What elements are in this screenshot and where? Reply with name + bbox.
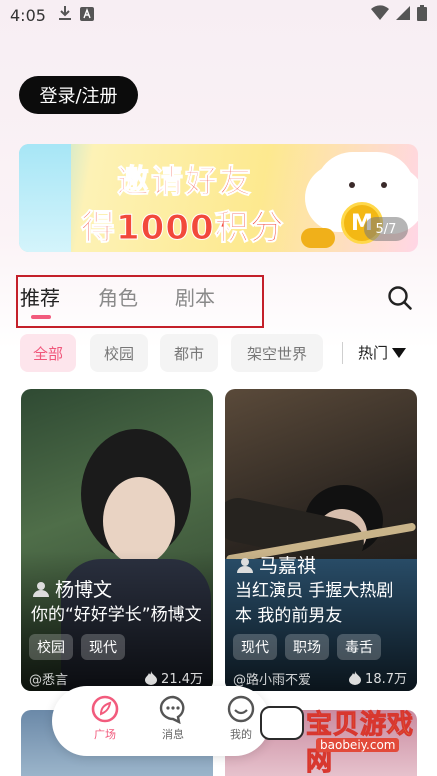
card-likes-count: 18.7万 [365,672,407,687]
filter-all[interactable]: 全部 [20,334,76,372]
banner-pager: 5/7 [364,217,408,241]
coin-stack-icon [301,228,335,248]
card-character-name: 马嘉祺 [237,551,316,578]
card-tag: 毒舌 [337,634,381,660]
filter-fantasy-world[interactable]: 架空世界 [231,334,323,372]
person-icon [33,581,49,597]
banner-title: 邀请好友 [116,162,254,201]
nav-messages[interactable]: 消息 [148,694,198,742]
search-icon[interactable] [386,284,414,312]
card-character-name: 杨博文 [33,575,112,602]
message-icon [159,695,185,724]
status-time: 4:05 [10,5,46,25]
watermark-url: baobeiy.com [316,738,400,752]
bottom-nav: 广场 消息 我的 [52,686,270,756]
character-card[interactable]: 杨博文 你的“好好学长”杨博文 校园 现代 @悉言 21.4万 [21,389,213,691]
banner-subtitle: 得1000积分 [81,208,285,249]
tab-character[interactable]: 角色 [98,282,138,311]
plaza-icon [91,695,119,723]
card-desc-line: 本 我的前男友 [235,606,343,626]
nav-plaza[interactable]: 广场 [80,694,130,742]
mascot-eye [349,182,355,188]
filter-campus[interactable]: 校园 [90,334,148,372]
gamepad-icon [260,706,304,740]
card-description: 你的“好好学长”杨博文 [31,603,202,628]
tab-active-indicator [31,315,51,319]
card-tags: 校园 现代 [29,634,125,660]
filter-divider [342,342,343,364]
profile-icon [227,695,255,723]
card-name-text: 马嘉祺 [259,555,317,577]
caret-down-icon [392,344,407,362]
flame-icon [145,670,158,685]
card-description: 当红演员 手握大热剧 本 我的前男友 [235,579,393,629]
tab-script[interactable]: 剧本 [175,282,215,311]
a-badge-icon [79,6,94,25]
battery-icon [417,5,427,25]
sort-label: 热门 [358,344,389,362]
wifi-icon [371,5,389,25]
card-desc-line: 你的“好好学长”杨博文 [31,605,202,625]
status-bar: 4:05 [0,0,437,30]
mascot-eye [381,182,387,188]
nav-profile[interactable]: 我的 [216,694,266,742]
filter-city[interactable]: 都市 [160,334,218,372]
flame-icon [349,670,362,685]
tab-recommend[interactable]: 推荐 [20,282,60,311]
signal-icon [395,5,411,25]
banner-side-stripe [19,144,71,252]
card-name-text: 杨博文 [55,579,113,601]
download-icon [58,5,72,25]
card-tag: 现代 [81,634,125,660]
nav-label: 消息 [162,728,184,741]
card-desc-line: 当红演员 手握大热剧 [235,581,394,601]
card-author: @悉言 [29,673,69,688]
card-tag: 现代 [233,634,277,660]
login-register-button[interactable]: 登录/注册 [19,76,138,114]
card-likes: 21.4万 [145,668,203,687]
card-author: @路小雨不爱 [233,673,312,688]
card-tag: 校园 [29,634,73,660]
person-icon [237,557,253,573]
sort-dropdown[interactable]: 热门 [358,342,407,363]
watermark-logo: 宝贝游戏网 baobeiy.com [260,704,420,776]
character-card[interactable]: 马嘉祺 当红演员 手握大热剧 本 我的前男友 现代 职场 毒舌 @路小雨不爱 1… [225,389,417,691]
nav-label: 广场 [94,728,116,741]
promo-banner[interactable]: 邀请好友 得1000积分 M [19,144,418,252]
card-tag: 职场 [285,634,329,660]
card-likes-count: 21.4万 [161,672,203,687]
card-tags: 现代 职场 毒舌 [233,634,381,660]
nav-label: 我的 [230,728,252,741]
card-likes: 18.7万 [349,668,407,687]
